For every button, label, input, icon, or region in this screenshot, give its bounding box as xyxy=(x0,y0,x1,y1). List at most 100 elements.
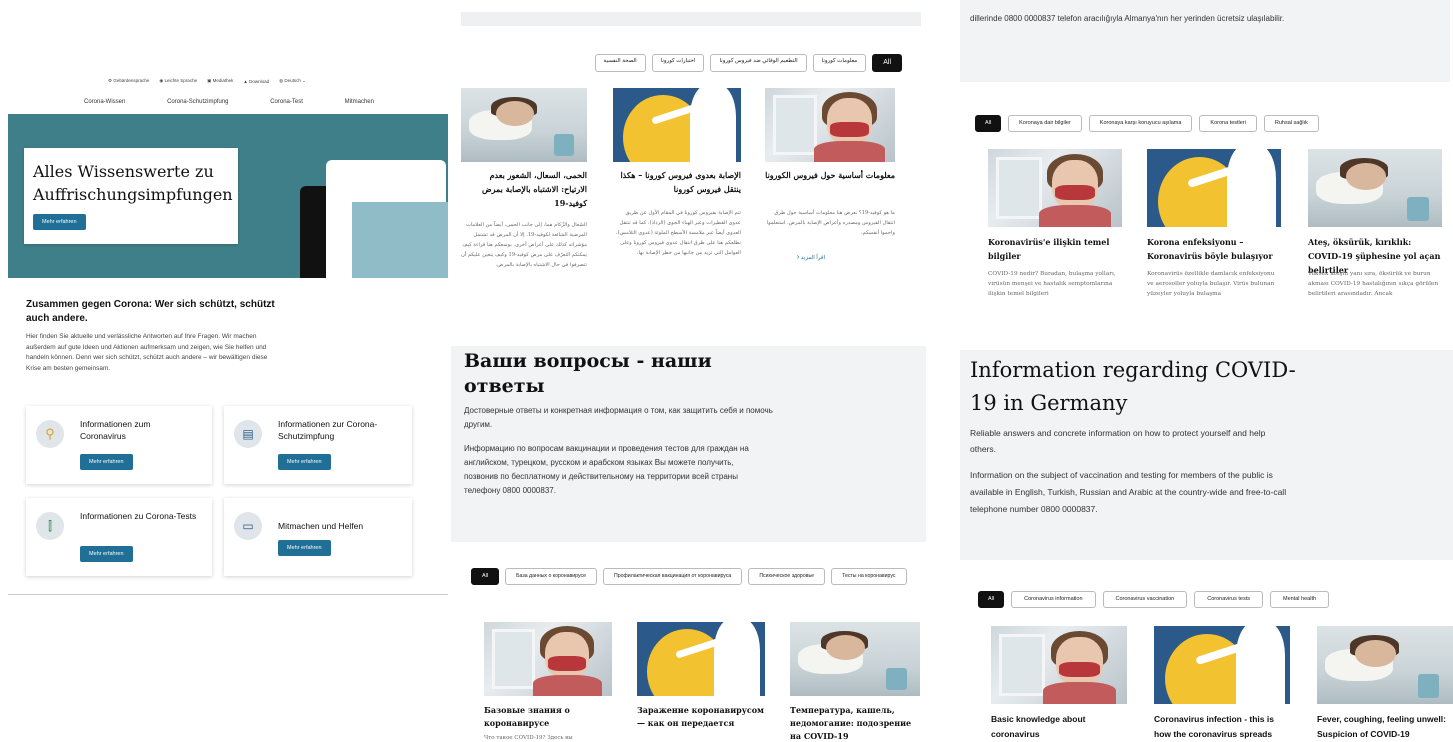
card-text: Koronavirüs özellikle damlacık enfeksiyo… xyxy=(1147,271,1275,297)
chip-vaccination[interactable]: التطعيم الوقائي ضد فيروس كورونا xyxy=(710,54,807,73)
card-text: السُعال والزُكام هما، إلى جانب الحمى، أي… xyxy=(461,222,587,268)
panel-english: Information regarding COVID-19 in German… xyxy=(958,350,1453,742)
chip-all[interactable]: All xyxy=(978,591,1005,608)
laptop-icon: ▭ xyxy=(234,512,262,540)
card-title: Базовые знания о коронавирусе xyxy=(484,705,570,728)
card-title: Fever, coughing, feeling unwell: Suspici… xyxy=(1317,714,1446,739)
panel-russian: Ваши вопросы - наши ответы Достоверные о… xyxy=(449,346,928,742)
chip-mental[interactable]: الصحة النفسية xyxy=(594,54,646,73)
card-title: Korona enfeksiyonu – Koronavirüs böyle b… xyxy=(1147,237,1273,261)
chip-info[interactable]: معلومات كورونا xyxy=(812,54,867,73)
card-text: Yüksek ateşin yanı sıra, öksürük ve buru… xyxy=(1308,271,1439,297)
card-title: معلومات أساسية حول فيروس الكورونا xyxy=(765,170,895,180)
main-nav: Corona-Wissen Corona-Schutzimpfung Coron… xyxy=(84,99,374,105)
card-title: Informationen zum Coronavirus xyxy=(80,419,151,441)
test-tube-icon: ⫿ xyxy=(36,512,64,540)
article-card[interactable]: Coronavirus infection - this is how the … xyxy=(1154,626,1290,742)
card-more-button[interactable]: Mehr erfahren xyxy=(80,546,133,562)
chip-tests[interactable]: اختبارات كورونا xyxy=(651,54,705,73)
card-image xyxy=(991,626,1127,704)
chip-all[interactable]: All xyxy=(975,115,1002,132)
gear-icon: ⚙ xyxy=(108,78,113,83)
card-image xyxy=(1308,149,1442,227)
card-image xyxy=(988,149,1122,227)
chip-all[interactable]: All xyxy=(471,568,500,585)
card-more-button[interactable]: Mehr erfahren xyxy=(278,454,331,470)
card-title: Koronavirüs'e ilişkin temel bilgiler xyxy=(988,237,1110,261)
article-card[interactable]: Korona enfeksiyonu – Koronavirüs böyle b… xyxy=(1147,149,1281,304)
chip-mental[interactable]: Ruhsal sağlık xyxy=(1263,115,1319,132)
chip-all[interactable]: All xyxy=(872,54,902,73)
card-more-button[interactable]: Mehr erfahren xyxy=(278,540,331,556)
card-title: الإصابة بعدوى فيروس كورونا – هكذا ينتقل … xyxy=(620,170,741,194)
nav-mitmachen[interactable]: Mitmachen xyxy=(345,99,374,105)
globe-icon: ◍ xyxy=(279,78,284,83)
util-mediathek[interactable]: ▣ Mediathek xyxy=(207,78,233,84)
info-card-mitmachen: ▭ Mitmachen und Helfen Mehr erfahren xyxy=(224,498,412,576)
article-card[interactable]: Базовые знания о коронавирусе Что такое … xyxy=(484,622,612,742)
chip-tests[interactable]: Korona testleri xyxy=(1199,115,1257,132)
chip-info[interactable]: База данных о коронавирусе xyxy=(505,568,598,585)
chip-vaccination[interactable]: Koronaya karşı koruyucu aşılama xyxy=(1088,115,1193,132)
chevron-left-icon: ‹ xyxy=(796,252,800,261)
utility-bar: ⚙ Gebärdensprache ◉ Leichte Sprache ▣ Me… xyxy=(108,76,338,86)
card-title: Coronavirus infection - this is how the … xyxy=(1154,714,1274,739)
chip-mental[interactable]: Психическое здоровье xyxy=(748,568,826,585)
article-card[interactable]: معلومات أساسية حول فيروس الكورونا ما هو … xyxy=(765,88,895,302)
article-card[interactable]: Температура, кашель, недомогание: подозр… xyxy=(790,622,920,742)
util-easylanguage[interactable]: ◉ Leichte Sprache xyxy=(159,78,197,84)
hero-more-button[interactable]: Mehr erfahren xyxy=(33,214,86,230)
intro-text: Достоверные ответы и конкретная информац… xyxy=(464,406,773,429)
card-image xyxy=(790,622,920,696)
syringe-icon: ▤ xyxy=(234,420,262,448)
util-download[interactable]: ▲ Download xyxy=(243,79,269,84)
download-icon: ▲ xyxy=(243,78,248,84)
page-title: Ваши вопросы - наши ответы xyxy=(464,350,712,397)
article-card[interactable]: الإصابة بعدوى فيروس كورونا – هكذا ينتقل … xyxy=(613,88,741,302)
chip-info[interactable]: Koronaya dair bilgiler xyxy=(1008,115,1082,132)
card-image xyxy=(765,88,895,162)
chip-vaccination[interactable]: Coronavirus vaccination xyxy=(1102,591,1188,608)
card-image xyxy=(637,622,765,696)
article-card[interactable]: Заражение коронавирусом — как он передае… xyxy=(637,622,765,742)
chip-info[interactable]: Coronavirus information xyxy=(1011,591,1096,608)
info-text: dillerinde 0800 0000837 telefon aracılığ… xyxy=(970,14,1285,23)
read-more-link[interactable]: اقرأ المزيد ‹ xyxy=(797,252,825,261)
intro-text: Reliable answers and concrete informatio… xyxy=(970,428,1266,454)
card-image xyxy=(1317,626,1453,704)
filter-chips: All Koronaya dair bilgiler Koronaya karş… xyxy=(975,115,1319,132)
nav-schutzimpfung[interactable]: Corona-Schutzimpfung xyxy=(167,99,228,105)
info-card-tests: ⫿ Informationen zu Corona-Tests Mehr erf… xyxy=(26,498,212,576)
divider xyxy=(8,594,448,595)
chip-tests[interactable]: Тесты на коронавирус xyxy=(831,568,907,585)
util-signlanguage[interactable]: ⚙ Gebärdensprache xyxy=(108,78,149,84)
page-title: Information regarding COVID-19 in German… xyxy=(970,358,1296,415)
virus-search-icon: ⚲ xyxy=(36,420,64,448)
panel-turkish: dillerinde 0800 0000837 telefon aracılığ… xyxy=(958,0,1453,304)
util-language[interactable]: ◍ Deutsch ⌄ xyxy=(279,78,306,84)
hero-illustration xyxy=(300,160,448,278)
card-text: ما هو كوفيد-19؟ نعرض هنا معلومات أساسية … xyxy=(766,210,895,236)
card-image xyxy=(1147,149,1281,227)
chip-tests[interactable]: Coronavirus tests xyxy=(1194,591,1264,608)
nav-corona-wissen[interactable]: Corona-Wissen xyxy=(84,99,125,105)
video-icon: ▣ xyxy=(207,78,212,83)
info-card-coronavirus: ⚲ Informationen zum Coronavirus Mehr erf… xyxy=(26,406,212,484)
filter-chips: All معلومات كورونا التطعيم الوقائي ضد في… xyxy=(594,54,902,73)
contact-text: Информацию по вопросам вакцинации и пров… xyxy=(464,444,749,495)
hero-card: Alles Wissenswerte zu Auffrischungsimpfu… xyxy=(24,148,238,244)
card-title: Mitmachen und Helfen xyxy=(278,521,364,531)
accessibility-icon: ◉ xyxy=(159,78,164,83)
article-card[interactable]: Ateş, öksürük, kırıklık: COVID-19 şüphes… xyxy=(1308,149,1442,304)
article-card[interactable]: Basic knowledge about coronavirus xyxy=(991,626,1127,742)
chip-vaccination[interactable]: Профилактическая вакцинация от коронавир… xyxy=(603,568,743,585)
nav-corona-test[interactable]: Corona-Test xyxy=(270,99,303,105)
filter-chips: All База данных о коронавирусе Профилакт… xyxy=(471,568,911,585)
panel-arabic: All معلومات كورونا التطعيم الوقائي ضد في… xyxy=(449,12,928,304)
info-card-schutzimpfung: ▤ Informationen zur Corona-Schutzimpfung… xyxy=(224,406,412,484)
card-more-button[interactable]: Mehr erfahren xyxy=(80,454,133,470)
article-card[interactable]: Fever, coughing, feeling unwell: Suspici… xyxy=(1317,626,1453,742)
chip-mental[interactable]: Mental health xyxy=(1270,591,1330,608)
article-card[interactable]: Koronavirüs'e ilişkin temel bilgiler COV… xyxy=(988,149,1122,304)
article-card[interactable]: الحمى، السعال، الشعور بعدم الارتياح: الا… xyxy=(461,88,587,302)
